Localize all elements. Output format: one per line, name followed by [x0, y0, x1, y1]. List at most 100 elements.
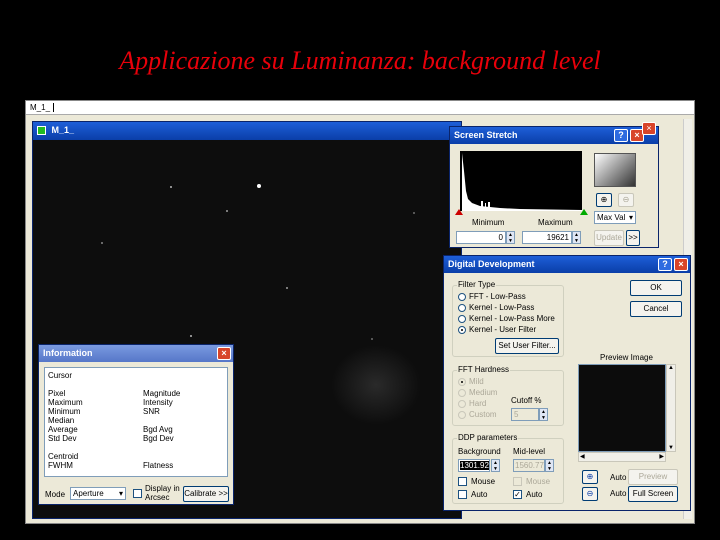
midlevel-auto-label[interactable]: Auto — [526, 490, 542, 499]
stretch-mode-select[interactable]: Max Val ▾ — [594, 211, 636, 224]
filter-option-radio[interactable] — [458, 326, 466, 334]
faint-star — [101, 242, 103, 244]
cutoff-label: Cutoff % — [511, 396, 542, 405]
filter-option-radio[interactable] — [458, 304, 466, 312]
close-icon[interactable]: × — [642, 122, 656, 135]
info-right-column: Magnitude Intensity SNR Bgd Avg Bgd Dev … — [143, 389, 180, 470]
minimum-input[interactable]: 0 — [456, 231, 506, 244]
information-title: Information — [43, 348, 93, 358]
info-label: Centroid — [48, 452, 79, 461]
filter-option-label[interactable]: Kernel - Low-Pass — [469, 303, 534, 312]
info-label: Minimum — [48, 407, 81, 416]
hardness-option-radio[interactable] — [458, 378, 466, 386]
info-label: Bgd Avg — [143, 425, 173, 434]
zoom-in-icon[interactable]: ⊕ — [582, 470, 598, 484]
midlevel-input[interactable]: 1560.77 — [513, 459, 545, 472]
chevron-down-icon: ▾ — [628, 213, 633, 222]
preview-vertical-scrollbar[interactable]: ▲ ▼ — [666, 364, 676, 452]
scroll-left-icon[interactable]: ◀ — [580, 453, 585, 460]
minimum-spinner[interactable]: ▲ ▼ — [506, 231, 515, 244]
info-label — [143, 416, 180, 425]
hardness-option-label[interactable]: Mild — [469, 377, 484, 386]
zoom-out-icon[interactable]: ⊖ — [582, 487, 598, 501]
screen-stretch-dialog: Screen Stretch ? × ⊕ ⊖ Minimum Maximum 0… — [449, 126, 659, 248]
zoom-in-auto-label: Auto — [610, 473, 627, 482]
scroll-down-icon[interactable]: ▼ — [667, 445, 675, 451]
chevron-down-icon: ▾ — [118, 489, 123, 498]
preview-horizontal-scrollbar[interactable]: ◀ ▶ — [578, 452, 666, 462]
display-arcsec-label: Display in — [145, 484, 180, 493]
close-icon[interactable]: × — [674, 258, 688, 271]
information-panel: Cursor Pixel Maximum Minimum Median Aver… — [44, 367, 228, 477]
update-button[interactable]: Update — [594, 230, 624, 246]
midlevel-mouse-label[interactable]: Mouse — [526, 477, 550, 486]
scroll-right-icon[interactable]: ▶ — [659, 453, 664, 460]
filter-option-label[interactable]: FFT - Low-Pass — [469, 292, 526, 301]
screen-stretch-titlebar[interactable]: Screen Stretch ? × — [450, 127, 658, 144]
midlevel-label: Mid-level — [513, 447, 546, 456]
background-mouse-label[interactable]: Mouse — [471, 477, 495, 486]
preview-image[interactable] — [578, 364, 666, 452]
help-icon[interactable]: ? — [614, 129, 628, 142]
image-window-title: M_1_ — [51, 125, 75, 135]
background-spinner[interactable]: ▲ ▼ — [491, 459, 500, 472]
hardness-option-label[interactable]: Custom — [469, 410, 497, 419]
ok-button[interactable]: OK — [630, 280, 682, 296]
display-arcsec-checkbox[interactable] — [133, 489, 142, 498]
screen-stretch-title: Screen Stretch — [454, 130, 518, 140]
hardness-option-label[interactable]: Hard — [469, 399, 486, 408]
background-mouse-checkbox[interactable] — [458, 477, 467, 486]
midlevel-mouse-checkbox[interactable] — [513, 477, 522, 486]
filter-option-radio[interactable] — [458, 315, 466, 323]
cutoff-spinner[interactable]: ▲ ▼ — [539, 408, 548, 421]
hardness-option-radio[interactable] — [458, 411, 466, 419]
mode-select[interactable]: Aperture ▾ — [70, 487, 126, 500]
filter-type-label: Filter Type — [457, 280, 497, 289]
help-icon[interactable]: ? — [658, 258, 672, 271]
background-auto-label[interactable]: Auto — [471, 490, 487, 499]
full-screen-button[interactable]: Full Screen — [628, 486, 678, 502]
more-button[interactable]: >> — [626, 230, 640, 246]
filter-option-label[interactable]: Kernel - Low-Pass More — [469, 314, 555, 323]
set-user-filter-button[interactable]: Set User Filter... — [495, 338, 559, 354]
histogram[interactable] — [460, 151, 582, 211]
faint-star — [190, 335, 192, 337]
maximum-label: Maximum — [538, 218, 573, 227]
zoom-out-icon[interactable]: ⊖ — [618, 193, 634, 207]
document-tab[interactable]: M_1_ — [30, 103, 55, 112]
info-label — [48, 443, 83, 452]
midlevel-auto-checkbox[interactable]: ✓ — [513, 490, 522, 499]
faint-star — [371, 338, 373, 340]
info-label: Maximum — [48, 398, 83, 407]
zoom-in-icon[interactable]: ⊕ — [596, 193, 612, 207]
background-auto-checkbox[interactable] — [458, 490, 467, 499]
digital-development-titlebar[interactable]: Digital Development ? × — [444, 256, 690, 273]
preview-button[interactable]: Preview — [628, 469, 678, 485]
fft-hardness-label: FFT Hardness — [457, 365, 510, 374]
image-window-titlebar[interactable]: M_1_ — [33, 122, 461, 140]
cancel-button[interactable]: Cancel — [630, 301, 682, 317]
background-input[interactable]: 1301.92 — [458, 459, 490, 472]
faint-star — [226, 210, 228, 212]
stretch-preview — [594, 153, 636, 187]
galaxy-glow — [331, 345, 421, 425]
min-marker-icon[interactable] — [455, 209, 463, 215]
filter-option-radio[interactable] — [458, 293, 466, 301]
max-marker-icon[interactable] — [580, 209, 588, 215]
cutoff-input[interactable]: 5 — [511, 408, 539, 421]
hardness-option-radio[interactable] — [458, 400, 466, 408]
close-icon[interactable]: × — [217, 347, 231, 360]
info-label: Std Dev — [48, 434, 77, 443]
hardness-option-radio[interactable] — [458, 389, 466, 397]
faint-star — [286, 287, 288, 289]
midlevel-spinner[interactable]: ▲ ▼ — [545, 459, 554, 472]
information-dialog: Information × Cursor Pixel Maximum Minim… — [38, 344, 234, 505]
maximum-input[interactable]: 19621 — [522, 231, 572, 244]
information-titlebar[interactable]: Information × — [39, 345, 233, 362]
scroll-up-icon[interactable]: ▲ — [667, 365, 675, 371]
filter-option-label[interactable]: Kernel - User Filter — [469, 325, 536, 334]
calibrate-button[interactable]: Calibrate >> — [183, 486, 229, 502]
zoom-out-auto-label: Auto — [610, 489, 627, 498]
maximum-spinner[interactable]: ▲ ▼ — [572, 231, 581, 244]
hardness-option-label[interactable]: Medium — [469, 388, 497, 397]
